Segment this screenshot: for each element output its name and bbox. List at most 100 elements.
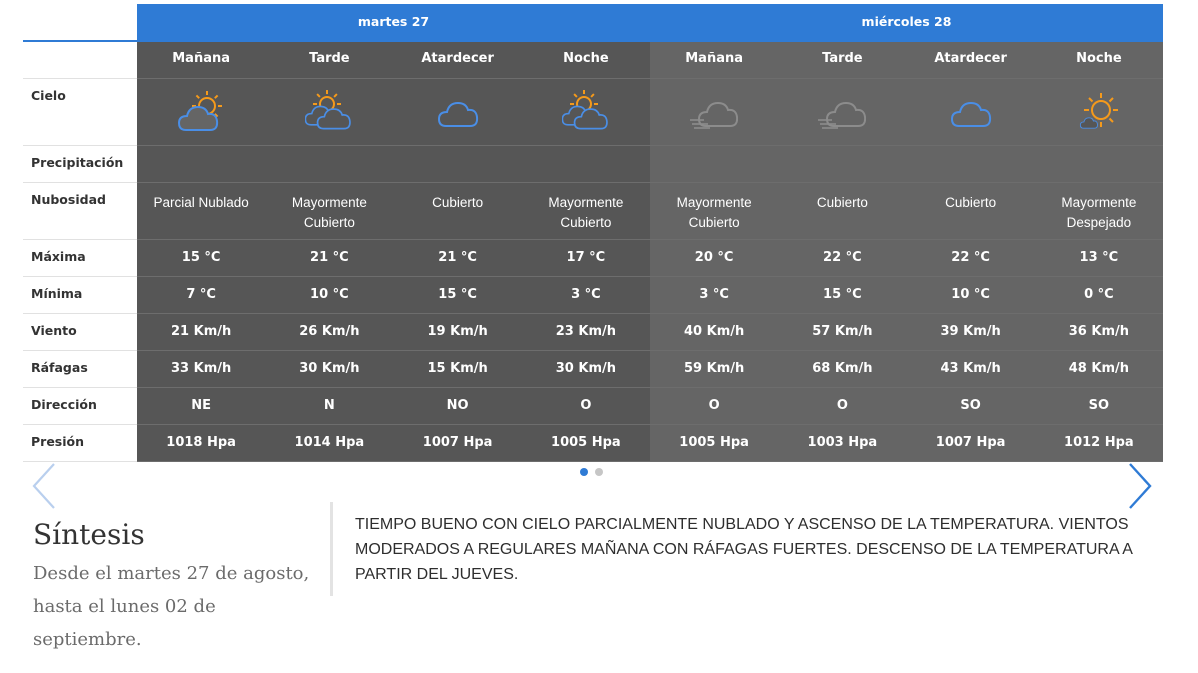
cell-direccion-5: O bbox=[650, 388, 779, 425]
forecast-table: martes 27 miércoles 28 Mañana Tarde Atarde… bbox=[23, 4, 1163, 462]
wind-row: Viento 21 Km/h 26 Km/h 19 Km/h 23 Km/h 40 Km… bbox=[23, 314, 1163, 351]
cell-icon-6 bbox=[778, 79, 907, 146]
sun-behind-clouds-icon bbox=[305, 90, 352, 130]
cell-min-1: 7 °C bbox=[137, 277, 266, 314]
cell-direccion-4: O bbox=[521, 388, 650, 425]
day-header-row: martes 27 miércoles 28 bbox=[23, 4, 1163, 42]
cell-empty-4 bbox=[521, 146, 650, 183]
cell-direccion-3: NO bbox=[393, 388, 522, 425]
cell-presion-1: 1018 Hpa bbox=[137, 425, 266, 462]
cell-min-8: 0 °C bbox=[1034, 277, 1163, 314]
sky-row: Cielo bbox=[23, 79, 1163, 146]
cell-nubosidad-1: Parcial Nublado bbox=[137, 183, 266, 240]
sky-cells bbox=[137, 79, 1163, 146]
cell-max-4: 17 °C bbox=[521, 240, 650, 277]
cell-presion-5: 1005 Hpa bbox=[650, 425, 779, 462]
cell-icon-8 bbox=[1034, 79, 1163, 146]
cloudiness-cells: Parcial Nublado Mayormente Cubierto Cubier… bbox=[137, 183, 1163, 240]
row-label-cielo: Cielo bbox=[23, 79, 137, 146]
cell-empty-8 bbox=[1034, 146, 1163, 183]
chevron-right-icon bbox=[1129, 463, 1152, 509]
cell-icon-3 bbox=[393, 79, 522, 146]
cell-nubosidad-5: Mayormente Cubierto bbox=[650, 183, 779, 240]
carousel-dots bbox=[580, 468, 603, 476]
row-label-precipitacion: Precipitación bbox=[23, 146, 137, 183]
cell-presion-4: 1005 Hpa bbox=[521, 425, 650, 462]
cloud-icon bbox=[950, 101, 991, 127]
cell-viento-8: 36 Km/h bbox=[1034, 314, 1163, 351]
cell-min-6: 15 °C bbox=[778, 277, 907, 314]
cloudiness-row: Nubosidad Parcial Nublado Mayormente Cubi… bbox=[23, 183, 1163, 240]
min-temp-cells: 7 °C 10 °C 15 °C 3 °C 3 °C 15 °C 10 °C 0 °C bbox=[137, 277, 1163, 314]
cell-label-4: Noche bbox=[521, 42, 650, 79]
cell-nubosidad-6: Cubierto bbox=[778, 183, 907, 240]
cell-max-3: 21 °C bbox=[393, 240, 522, 277]
cell-rafagas-7: 43 Km/h bbox=[906, 351, 1035, 388]
cell-direccion-7: SO bbox=[906, 388, 1035, 425]
period-header-row: Mañana Tarde Atardecer Noche Mañana Tarde Atar… bbox=[23, 42, 1163, 79]
carousel-dot-1[interactable] bbox=[580, 468, 588, 476]
cell-rafagas-1: 33 Km/h bbox=[137, 351, 266, 388]
cell-min-2: 10 °C bbox=[265, 277, 394, 314]
cell-icon-5 bbox=[650, 79, 779, 146]
carousel-prev-button[interactable] bbox=[30, 462, 60, 510]
cell-icon-1 bbox=[137, 79, 266, 146]
cell-empty-6 bbox=[778, 146, 907, 183]
cell-direccion-1: NE bbox=[137, 388, 266, 425]
cell-viento-2: 26 Km/h bbox=[265, 314, 394, 351]
day-header-tuesday: martes 27 bbox=[137, 4, 650, 42]
cell-presion-2: 1014 Hpa bbox=[265, 425, 394, 462]
carousel-next-button[interactable] bbox=[1124, 462, 1154, 510]
max-temp-cells: 15 °C 21 °C 21 °C 17 °C 20 °C 22 °C 22 °C 13 °C bbox=[137, 240, 1163, 277]
cell-label-6: Tarde bbox=[778, 42, 907, 79]
sun-small-cloud-icon bbox=[1079, 93, 1118, 129]
cell-empty-5 bbox=[650, 146, 779, 183]
cell-nubosidad-3: Cubierto bbox=[393, 183, 522, 240]
cell-max-5: 20 °C bbox=[650, 240, 779, 277]
chevron-left-icon bbox=[32, 463, 55, 509]
direction-cells: NE N NO O O O SO SO bbox=[137, 388, 1163, 425]
cell-direccion-8: SO bbox=[1034, 388, 1163, 425]
direction-row: Dirección NE N NO O O O SO SO bbox=[23, 388, 1163, 425]
cell-empty-7 bbox=[906, 146, 1035, 183]
row-label-minima: Mínima bbox=[23, 277, 137, 314]
cell-icon-2 bbox=[265, 79, 394, 146]
cell-viento-4: 23 Km/h bbox=[521, 314, 650, 351]
cell-direccion-6: O bbox=[778, 388, 907, 425]
row-label-blank bbox=[23, 42, 137, 79]
cloud-wind-icon bbox=[818, 101, 867, 129]
wind-cells: 21 Km/h 26 Km/h 19 Km/h 23 Km/h 40 Km/h 57 Km… bbox=[137, 314, 1163, 351]
cell-rafagas-3: 15 Km/h bbox=[393, 351, 522, 388]
cell-presion-3: 1007 Hpa bbox=[393, 425, 522, 462]
cell-rafagas-8: 48 Km/h bbox=[1034, 351, 1163, 388]
gusts-row: Ráfagas 33 Km/h 30 Km/h 15 Km/h 30 Km/h 59 K… bbox=[23, 351, 1163, 388]
synthesis-text: TIEMPO BUENO CON CIELO PARCIALMENTE NUBL… bbox=[355, 516, 1133, 583]
cell-viento-6: 57 Km/h bbox=[778, 314, 907, 351]
cell-label-2: Tarde bbox=[265, 42, 394, 79]
synthesis-title: Síntesis bbox=[33, 518, 145, 551]
carousel-dot-2[interactable] bbox=[595, 468, 603, 476]
gust-cells: 33 Km/h 30 Km/h 15 Km/h 30 Km/h 59 Km/h 68 Km… bbox=[137, 351, 1163, 388]
cell-nubosidad-2: Mayormente Cubierto bbox=[265, 183, 394, 240]
cloud-icon bbox=[437, 101, 478, 127]
day-header-wednesday: miércoles 28 bbox=[650, 4, 1163, 42]
cell-rafagas-5: 59 Km/h bbox=[650, 351, 779, 388]
cell-nubosidad-7: Cubierto bbox=[906, 183, 1035, 240]
synthesis-date-range: Desde el martes 27 de agosto, hasta el l… bbox=[33, 563, 310, 650]
max-temp-row: Máxima 15 °C 21 °C 21 °C 17 °C 20 °C 22 °C 22 … bbox=[23, 240, 1163, 277]
cloud-wind-icon bbox=[690, 101, 739, 129]
sun-behind-cloud-icon bbox=[178, 91, 223, 131]
cell-max-2: 21 °C bbox=[265, 240, 394, 277]
precipitation-cells bbox=[137, 146, 1163, 183]
cell-max-1: 15 °C bbox=[137, 240, 266, 277]
pressure-row: Presión 1018 Hpa 1014 Hpa 1007 Hpa 1005 Hpa… bbox=[23, 425, 1163, 462]
cell-rafagas-2: 30 Km/h bbox=[265, 351, 394, 388]
row-label-viento: Viento bbox=[23, 314, 137, 351]
cell-presion-6: 1003 Hpa bbox=[778, 425, 907, 462]
cell-min-3: 15 °C bbox=[393, 277, 522, 314]
cell-viento-5: 40 Km/h bbox=[650, 314, 779, 351]
cell-label-5: Mañana bbox=[650, 42, 779, 79]
min-temp-row: Mínima 7 °C 10 °C 15 °C 3 °C 3 °C 15 °C 10 °C 0… bbox=[23, 277, 1163, 314]
cell-viento-3: 19 Km/h bbox=[393, 314, 522, 351]
cell-min-4: 3 °C bbox=[521, 277, 650, 314]
